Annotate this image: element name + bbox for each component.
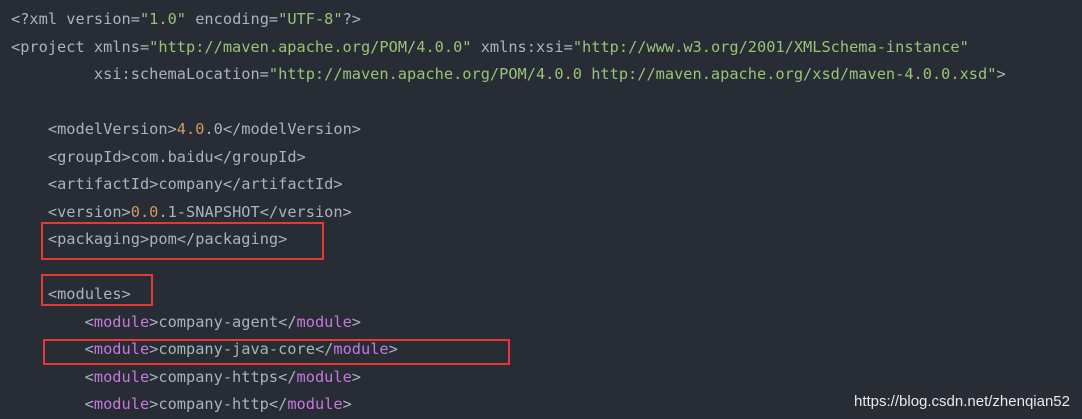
code-token: xmlns= — [84, 37, 150, 56]
code-token: "1.0" — [139, 10, 187, 28]
code-line: <version>0.0.1-SNAPSHOT</version> — [11, 199, 1006, 227]
code-token: </ — [259, 202, 279, 221]
code-token: ?> — [342, 10, 362, 28]
watermark-text: https://blog.csdn.net/zhenqian52 — [854, 393, 1070, 410]
code-token: "http://maven.apache.org/POM/4.0.0" — [149, 37, 472, 56]
code-token: </ — [222, 120, 242, 138]
code-token: 4.0 — [176, 120, 205, 138]
code-token: </ — [176, 230, 196, 248]
code-token: < — [11, 230, 58, 248]
code-token: </ — [213, 147, 233, 166]
code-token: > — [167, 120, 177, 138]
code-token: > — [342, 395, 352, 413]
code-token: > — [149, 175, 159, 193]
code-token: < — [11, 175, 58, 193]
code-line: <module>company-agent</module> — [11, 309, 1006, 337]
code-token: encoding= — [186, 10, 279, 28]
code-token: > — [996, 65, 1006, 83]
code-token: > — [139, 230, 150, 248]
code-token: version — [57, 202, 122, 221]
code-line: xsi:schemaLocation="http://maven.apache.… — [11, 61, 1006, 89]
code-token: </ — [222, 175, 242, 193]
code-token: project — [20, 37, 85, 56]
code-token: version — [278, 202, 343, 221]
code-token: module — [296, 312, 352, 331]
code-token: </ — [314, 340, 334, 358]
code-token: <?xml — [11, 10, 58, 28]
code-token: com.baidu — [130, 147, 214, 166]
code-line: <modelVersion>4.0.0</modelVersion> — [11, 116, 1006, 144]
code-line: <?xml version="1.0" encoding="UTF-8"?> — [11, 6, 1006, 34]
code-line: <modules> — [11, 281, 1006, 309]
code-token: module — [296, 367, 352, 386]
code-token: packaging — [195, 230, 279, 248]
code-token: version= — [57, 10, 140, 28]
code-token: > — [333, 175, 343, 193]
code-token: < — [11, 147, 58, 166]
code-token: > — [278, 230, 288, 248]
code-token: > — [351, 120, 362, 138]
code-token: company-java-core — [158, 340, 315, 358]
code-token: groupId — [57, 147, 122, 166]
code-token: > — [149, 312, 159, 331]
code-token: .0 — [204, 120, 223, 138]
code-token: "http://www.w3.org/2001/XMLSchema-instan… — [572, 37, 969, 56]
code-token: > — [342, 202, 352, 221]
code-token: > — [149, 395, 159, 413]
code-token: </ — [268, 395, 288, 413]
code-token: > — [351, 367, 362, 386]
code-token: module — [93, 395, 150, 413]
code-token: > — [149, 340, 159, 358]
code-token: packaging — [57, 230, 140, 248]
code-token: </ — [278, 367, 297, 386]
code-token: "UTF-8" — [278, 10, 343, 28]
code-token: < — [11, 120, 58, 138]
code-token: modelVersion — [57, 120, 168, 138]
code-token: module — [93, 312, 150, 331]
code-token: 0.0 — [130, 202, 159, 221]
code-token: < — [11, 202, 58, 221]
code-line: <artifactId>company</artifactId> — [11, 171, 1006, 199]
code-token: module — [93, 340, 150, 358]
code-token: < — [11, 367, 94, 386]
code-token: < — [11, 312, 94, 331]
code-token: < — [11, 37, 21, 56]
code-token: .1-SNAPSHOT — [158, 202, 260, 221]
code-line: <module>company-https</module> — [11, 364, 1006, 392]
code-token: xsi:schemaLocation= — [11, 65, 269, 83]
code-token: artifactId — [57, 175, 150, 193]
code-token: > — [296, 147, 306, 166]
code-token: module — [287, 395, 343, 413]
code-line: <module>company-java-core</module> — [11, 336, 1006, 364]
code-token: xmlns:xsi= — [471, 37, 573, 56]
code-token: < — [11, 395, 94, 413]
code-token: > — [121, 202, 131, 221]
code-token: module — [333, 340, 389, 358]
code-block: <?xml version="1.0" encoding="UTF-8"?> <p… — [11, 6, 1006, 419]
code-token: company — [158, 175, 223, 193]
code-token: module — [93, 367, 150, 386]
code-line: <groupId>com.baidu</groupId> — [11, 144, 1006, 172]
code-token: modelVersion — [241, 120, 352, 138]
code-token: pom — [149, 230, 177, 248]
code-token: company-agent — [158, 312, 279, 331]
code-token: < — [11, 285, 58, 303]
code-token: > — [351, 312, 362, 331]
code-token: modules — [57, 285, 122, 303]
code-token: company-https — [158, 367, 279, 386]
code-token: > — [121, 147, 131, 166]
code-line: <project xmlns="http://maven.apache.org/… — [11, 34, 1006, 62]
code-token: artifactId — [241, 175, 334, 193]
code-token: "http://maven.apache.org/POM/4.0.0 http:… — [268, 65, 997, 83]
code-line: <packaging>pom</packaging> — [11, 226, 1006, 254]
code-token: > — [121, 285, 131, 303]
code-token: > — [388, 340, 398, 358]
code-token: company-http — [158, 395, 269, 413]
code-token: groupId — [232, 147, 297, 166]
code-token: > — [149, 367, 159, 386]
code-token: </ — [278, 312, 297, 331]
code-token: < — [11, 340, 94, 358]
